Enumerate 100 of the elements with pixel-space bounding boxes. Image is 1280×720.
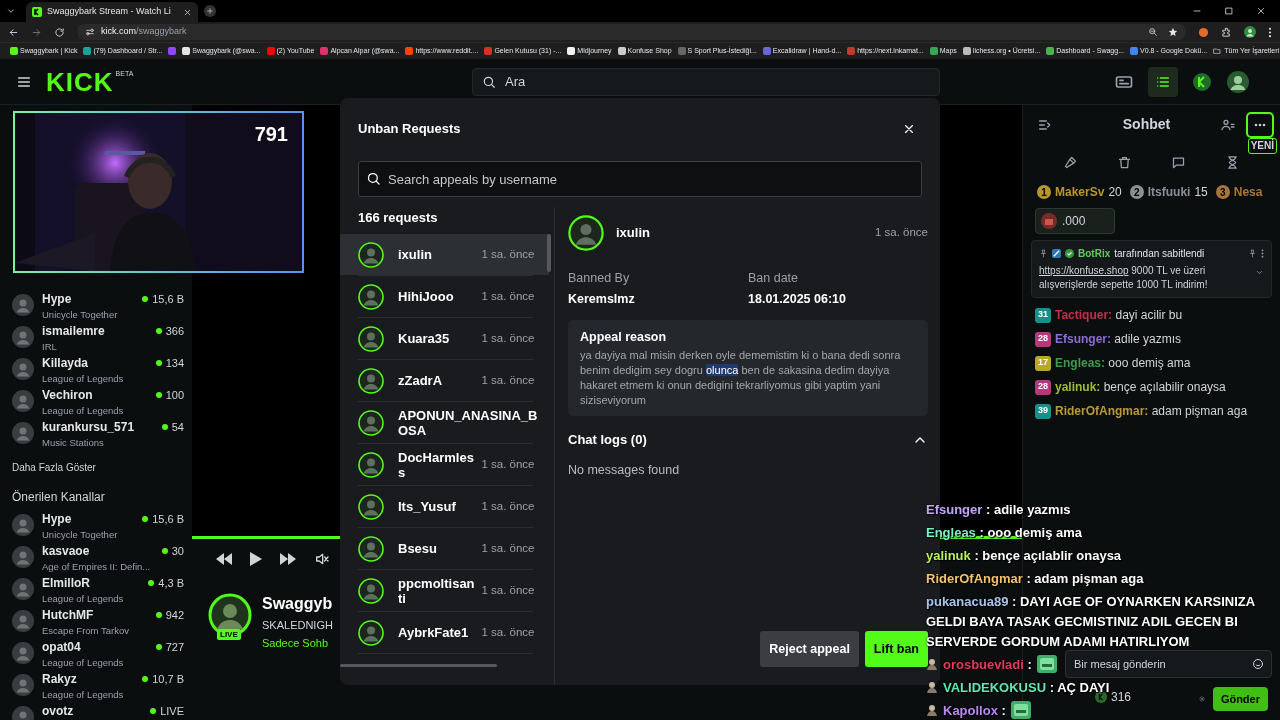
close-icon[interactable] (183, 7, 192, 17)
pin-icon[interactable] (1248, 249, 1257, 258)
kick-coin-icon[interactable] (1192, 71, 1212, 92)
streamer-name[interactable]: Swaggyb (262, 593, 333, 615)
request-count: 166 requests (357, 209, 439, 227)
avatar-icon[interactable] (12, 358, 34, 380)
avatar-icon[interactable] (12, 422, 34, 444)
field-label: Banned By (568, 270, 631, 287)
browser-tab[interactable]: Swaggybark Stream - Watch Li (26, 2, 198, 22)
chat-bubble-icon[interactable] (1171, 154, 1187, 170)
profile-avatar-icon[interactable] (1226, 69, 1250, 94)
address-bar[interactable]: kick.com/swaggybark (77, 24, 1186, 40)
channel-name[interactable]: ismailemre (42, 323, 156, 340)
avatar-icon[interactable] (12, 294, 34, 316)
kick-logo[interactable]: KICK (46, 68, 114, 95)
channel-category: Escape From Tarkov (42, 623, 129, 637)
extension-icon[interactable] (1198, 26, 1209, 38)
avatar-icon[interactable] (12, 578, 34, 600)
fast-forward-icon[interactable] (280, 553, 296, 565)
live-dot-icon (150, 708, 157, 715)
channel-name[interactable]: kurankursu_571 (42, 419, 162, 436)
message-field[interactable]: Bir mesaj gönderin (1065, 650, 1272, 678)
scrollbar[interactable] (547, 234, 551, 272)
gifter-name[interactable]: Nesa (1233, 183, 1263, 201)
search-icon (482, 74, 496, 89)
mute-icon[interactable] (314, 551, 330, 567)
gifter-name[interactable]: Itsfuuki (1147, 183, 1191, 201)
live-dot-icon (155, 328, 162, 335)
request-row[interactable]: HihiJooo 1 sa. önce (340, 276, 549, 317)
chevron-down-icon[interactable] (6, 6, 16, 16)
back-icon[interactable] (8, 26, 19, 38)
verified-icon (1065, 249, 1074, 258)
channel-name[interactable]: Hype (42, 291, 143, 308)
channel-name[interactable]: HutchMF (42, 607, 156, 624)
send-button[interactable]: Gönder (1212, 687, 1268, 711)
reload-icon[interactable] (54, 26, 65, 38)
channel-name[interactable]: Killayda (42, 355, 156, 372)
reject-button[interactable]: Reject appeal (760, 631, 859, 667)
appeal-reason-text: ya dayiya mal misin derken oyle dememistim ki o bana dedi sonra benim dedigim sey dogru olunca ben de sakasina dedim dayiya hakaret etmem ki onun dedigini tekrarliyomus gibi yaptim yani siziseviyorum (580, 348, 902, 408)
scrollbar[interactable] (340, 664, 497, 667)
request-row[interactable]: Bsesu 1 sa. önce (340, 528, 549, 569)
rank-badge: 3 (1215, 185, 1230, 199)
close-icon[interactable] (1256, 6, 1266, 16)
pinned-message: https://konfuse.shop 9000 TL ve üzeri alışverişlerde sepette 1000 TL indirim! (1039, 264, 1209, 292)
new-tab-icon[interactable] (204, 5, 216, 17)
channel-name[interactable]: kasvaoe (42, 543, 162, 560)
puzzle-icon[interactable] (1221, 26, 1232, 38)
forward-icon[interactable] (31, 26, 42, 38)
channel-name[interactable]: ElmilloR (42, 575, 149, 592)
avatar-icon[interactable] (12, 326, 34, 348)
live-dot-icon (142, 516, 149, 523)
chat-message: VALIDEKOKUSU : AÇ DAYI (943, 679, 1110, 695)
zoom-icon[interactable] (1148, 27, 1158, 37)
pinned-by-name[interactable]: BotRix (1078, 246, 1111, 261)
chevron-down-icon[interactable] (1255, 268, 1264, 277)
site-info-icon[interactable] (85, 27, 95, 37)
live-dot-icon (161, 548, 168, 555)
request-row[interactable]: Kuara35 1 sa. önce (340, 318, 549, 359)
star-icon[interactable] (1168, 27, 1178, 37)
gifter-name[interactable]: MakerSv (1055, 183, 1105, 201)
avatar-icon[interactable] (12, 514, 34, 536)
menu-icon[interactable] (1268, 26, 1272, 38)
profile-avatar-icon[interactable] (1244, 26, 1256, 38)
avatar-icon[interactable] (12, 642, 34, 664)
more-icon[interactable] (1261, 249, 1264, 258)
channel-name[interactable]: Vechiron (42, 387, 156, 404)
avatar-icon[interactable] (12, 674, 34, 696)
chat-message: Efsunger : adile yazmıs (926, 501, 1071, 517)
channel-name[interactable]: opat04 (42, 639, 156, 656)
channel-name[interactable]: Hype (42, 511, 143, 528)
emoji-icon[interactable] (1252, 658, 1264, 670)
bookmark-icon[interactable] (168, 47, 177, 55)
rewind-icon[interactable] (216, 553, 232, 565)
new-badge[interactable]: YENİ (1247, 138, 1277, 154)
show-more-link[interactable]: Daha Fazla Göster (12, 461, 184, 475)
trash-icon[interactable] (1116, 154, 1132, 170)
request-row[interactable]: ixulin 1 sa. önce (340, 234, 549, 275)
play-icon[interactable] (250, 552, 262, 566)
channel-category: Age of Empires II: Defin... (42, 559, 151, 573)
request-row[interactable]: AybrkFate1 1 sa. önce (340, 612, 549, 653)
avatar-icon[interactable] (12, 546, 34, 568)
maximize-icon[interactable] (1224, 6, 1234, 16)
card-title: Appeal reason (580, 329, 668, 346)
channel-name[interactable]: ovotz (42, 703, 151, 720)
link[interactable]: https://konfuse.shop (1039, 265, 1129, 276)
avatar-icon[interactable] (12, 390, 34, 412)
request-row[interactable]: Its_Yusuf 1 sa. önce (340, 486, 549, 527)
search-field[interactable]: Search appeals by username (358, 161, 922, 197)
dashboard-button[interactable] (1148, 66, 1178, 97)
request-row[interactable]: zZadrA 1 sa. önce (340, 360, 549, 401)
search-icon (366, 171, 381, 186)
request-row[interactable]: APONUN_ANASINA_BOSA (340, 402, 549, 443)
live-dot-icon (155, 392, 162, 399)
avatar-icon[interactable] (12, 610, 34, 632)
viewer-count: 727 (165, 640, 184, 655)
close-icon[interactable] (902, 122, 916, 136)
channel-category: Music Stations (42, 435, 104, 449)
channel-name[interactable]: Rakyz (42, 671, 143, 688)
search-field[interactable]: Ara (472, 67, 940, 96)
viewer-count: 10,7 B (152, 672, 184, 687)
